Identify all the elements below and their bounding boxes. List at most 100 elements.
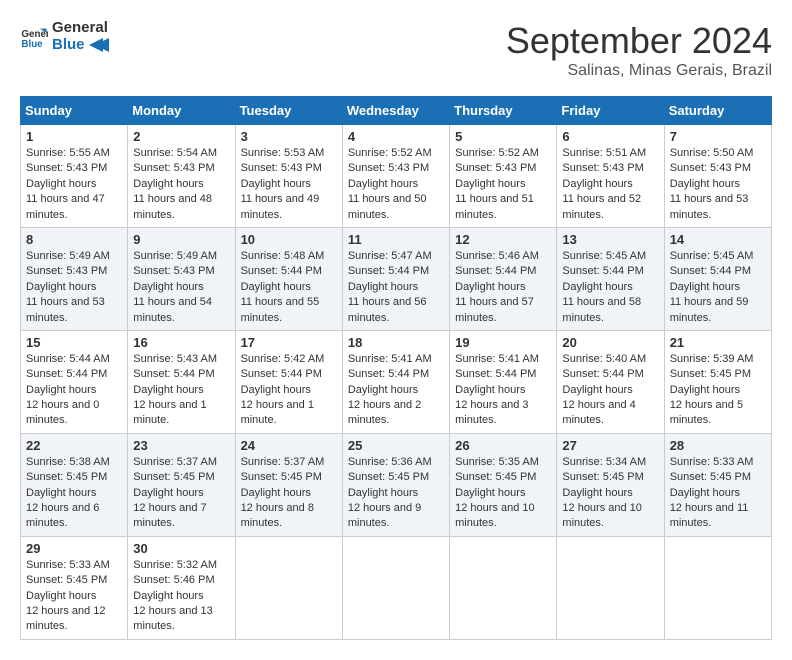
day-cell: 9 Sunrise: 5:49 AMSunset: 5:43 PMDaylight… bbox=[128, 227, 235, 330]
day-cell: 6 Sunrise: 5:51 AMSunset: 5:43 PMDaylight… bbox=[557, 125, 664, 228]
day-info: Sunrise: 5:36 AMSunset: 5:45 PMDaylight … bbox=[348, 455, 444, 532]
day-number: 12 bbox=[455, 232, 551, 247]
week-row-2: 8 Sunrise: 5:49 AMSunset: 5:43 PMDaylight… bbox=[21, 227, 772, 330]
day-number: 11 bbox=[348, 232, 444, 247]
day-cell: 16 Sunrise: 5:43 AMSunset: 5:44 PMDayligh… bbox=[128, 330, 235, 433]
logo-icon: General Blue bbox=[20, 23, 48, 51]
day-number: 28 bbox=[670, 438, 766, 453]
day-cell: 18 Sunrise: 5:41 AMSunset: 5:44 PMDayligh… bbox=[342, 330, 449, 433]
day-number: 3 bbox=[241, 129, 337, 144]
weekday-header-friday: Friday bbox=[557, 97, 664, 125]
day-info: Sunrise: 5:39 AMSunset: 5:45 PMDaylight … bbox=[670, 352, 766, 429]
day-info: Sunrise: 5:51 AMSunset: 5:43 PMDaylight … bbox=[562, 146, 658, 223]
day-info: Sunrise: 5:46 AMSunset: 5:44 PMDaylight … bbox=[455, 249, 551, 326]
day-info: Sunrise: 5:48 AMSunset: 5:44 PMDaylight … bbox=[241, 249, 337, 326]
day-cell: 19 Sunrise: 5:41 AMSunset: 5:44 PMDayligh… bbox=[450, 330, 557, 433]
day-cell bbox=[342, 536, 449, 639]
day-info: Sunrise: 5:49 AMSunset: 5:43 PMDaylight … bbox=[133, 249, 229, 326]
weekday-header-sunday: Sunday bbox=[21, 97, 128, 125]
calendar-body: 1 Sunrise: 5:55 AMSunset: 5:43 PMDaylight… bbox=[21, 125, 772, 640]
day-info: Sunrise: 5:53 AMSunset: 5:43 PMDaylight … bbox=[241, 146, 337, 223]
day-info: Sunrise: 5:50 AMSunset: 5:43 PMDaylight … bbox=[670, 146, 766, 223]
month-title: September 2024 bbox=[506, 20, 772, 62]
day-cell: 7 Sunrise: 5:50 AMSunset: 5:43 PMDaylight… bbox=[664, 125, 771, 228]
day-cell: 15Sunrise: 5:44 AMSunset: 5:44 PMDayligh… bbox=[21, 330, 128, 433]
day-number: 20 bbox=[562, 335, 658, 350]
day-info: Sunrise: 5:45 AMSunset: 5:44 PMDaylight … bbox=[562, 249, 658, 326]
day-info: Sunrise: 5:55 AMSunset: 5:43 PMDaylight … bbox=[26, 146, 122, 223]
day-info: Sunrise: 5:54 AMSunset: 5:43 PMDaylight … bbox=[133, 146, 229, 223]
day-cell: 11 Sunrise: 5:47 AMSunset: 5:44 PMDayligh… bbox=[342, 227, 449, 330]
day-number: 24 bbox=[241, 438, 337, 453]
day-number: 14 bbox=[670, 232, 766, 247]
week-row-1: 1 Sunrise: 5:55 AMSunset: 5:43 PMDaylight… bbox=[21, 125, 772, 228]
day-number: 19 bbox=[455, 335, 551, 350]
weekday-header-row: SundayMondayTuesdayWednesdayThursdayFrid… bbox=[21, 97, 772, 125]
day-info: Sunrise: 5:44 AMSunset: 5:44 PMDaylight … bbox=[26, 352, 122, 429]
day-cell: 8 Sunrise: 5:49 AMSunset: 5:43 PMDaylight… bbox=[21, 227, 128, 330]
day-number: 23 bbox=[133, 438, 229, 453]
day-cell: 17 Sunrise: 5:42 AMSunset: 5:44 PMDayligh… bbox=[235, 330, 342, 433]
day-cell: 20 Sunrise: 5:40 AMSunset: 5:44 PMDayligh… bbox=[557, 330, 664, 433]
day-number: 16 bbox=[133, 335, 229, 350]
header: General Blue General Blue September 2024… bbox=[20, 20, 772, 80]
day-info: Sunrise: 5:43 AMSunset: 5:44 PMDaylight … bbox=[133, 352, 229, 429]
day-cell: 1 Sunrise: 5:55 AMSunset: 5:43 PMDaylight… bbox=[21, 125, 128, 228]
day-number: 9 bbox=[133, 232, 229, 247]
day-number: 5 bbox=[455, 129, 551, 144]
day-number: 30 bbox=[133, 541, 229, 556]
day-cell: 29Sunrise: 5:33 AMSunset: 5:45 PMDayligh… bbox=[21, 536, 128, 639]
day-cell: 10 Sunrise: 5:48 AMSunset: 5:44 PMDayligh… bbox=[235, 227, 342, 330]
day-info: Sunrise: 5:40 AMSunset: 5:44 PMDaylight … bbox=[562, 352, 658, 429]
day-info: Sunrise: 5:38 AMSunset: 5:45 PMDaylight … bbox=[26, 455, 122, 532]
week-row-3: 15Sunrise: 5:44 AMSunset: 5:44 PMDayligh… bbox=[21, 330, 772, 433]
day-info: Sunrise: 5:37 AMSunset: 5:45 PMDaylight … bbox=[241, 455, 337, 532]
day-info: Sunrise: 5:45 AMSunset: 5:44 PMDaylight … bbox=[670, 249, 766, 326]
day-info: Sunrise: 5:35 AMSunset: 5:45 PMDaylight … bbox=[455, 455, 551, 532]
day-number: 18 bbox=[348, 335, 444, 350]
day-cell: 25 Sunrise: 5:36 AMSunset: 5:45 PMDayligh… bbox=[342, 433, 449, 536]
day-cell: 2 Sunrise: 5:54 AMSunset: 5:43 PMDaylight… bbox=[128, 125, 235, 228]
day-number: 27 bbox=[562, 438, 658, 453]
day-number: 7 bbox=[670, 129, 766, 144]
day-cell: 3 Sunrise: 5:53 AMSunset: 5:43 PMDaylight… bbox=[235, 125, 342, 228]
day-info: Sunrise: 5:47 AMSunset: 5:44 PMDaylight … bbox=[348, 249, 444, 326]
calendar-table: SundayMondayTuesdayWednesdayThursdayFrid… bbox=[20, 96, 772, 640]
day-number: 4 bbox=[348, 129, 444, 144]
logo-arrow-icon bbox=[89, 38, 109, 52]
day-cell: 23 Sunrise: 5:37 AMSunset: 5:45 PMDayligh… bbox=[128, 433, 235, 536]
day-number: 1 bbox=[26, 129, 122, 144]
day-cell: 22 Sunrise: 5:38 AMSunset: 5:45 PMDayligh… bbox=[21, 433, 128, 536]
day-number: 22 bbox=[26, 438, 122, 453]
day-number: 29 bbox=[26, 541, 122, 556]
logo: General Blue General Blue bbox=[20, 20, 109, 53]
day-cell bbox=[235, 536, 342, 639]
day-cell: 12 Sunrise: 5:46 AMSunset: 5:44 PMDayligh… bbox=[450, 227, 557, 330]
week-row-5: 29Sunrise: 5:33 AMSunset: 5:45 PMDayligh… bbox=[21, 536, 772, 639]
location-title: Salinas, Minas Gerais, Brazil bbox=[506, 62, 772, 80]
day-cell: 5 Sunrise: 5:52 AMSunset: 5:43 PMDaylight… bbox=[450, 125, 557, 228]
day-cell: 4 Sunrise: 5:52 AMSunset: 5:43 PMDaylight… bbox=[342, 125, 449, 228]
day-info: Sunrise: 5:52 AMSunset: 5:43 PMDaylight … bbox=[348, 146, 444, 223]
day-info: Sunrise: 5:49 AMSunset: 5:43 PMDaylight … bbox=[26, 249, 122, 326]
weekday-header-wednesday: Wednesday bbox=[342, 97, 449, 125]
day-cell: 26Sunrise: 5:35 AMSunset: 5:45 PMDayligh… bbox=[450, 433, 557, 536]
day-info: Sunrise: 5:42 AMSunset: 5:44 PMDaylight … bbox=[241, 352, 337, 429]
day-cell: 30Sunrise: 5:32 AMSunset: 5:46 PMDayligh… bbox=[128, 536, 235, 639]
day-number: 25 bbox=[348, 438, 444, 453]
day-info: Sunrise: 5:41 AMSunset: 5:44 PMDaylight … bbox=[348, 352, 444, 429]
day-info: Sunrise: 5:41 AMSunset: 5:44 PMDaylight … bbox=[455, 352, 551, 429]
weekday-header-monday: Monday bbox=[128, 97, 235, 125]
day-info: Sunrise: 5:37 AMSunset: 5:45 PMDaylight … bbox=[133, 455, 229, 532]
day-number: 8 bbox=[26, 232, 122, 247]
day-cell: 28Sunrise: 5:33 AMSunset: 5:45 PMDayligh… bbox=[664, 433, 771, 536]
day-number: 17 bbox=[241, 335, 337, 350]
svg-text:Blue: Blue bbox=[21, 38, 43, 49]
day-number: 2 bbox=[133, 129, 229, 144]
day-number: 6 bbox=[562, 129, 658, 144]
weekday-header-thursday: Thursday bbox=[450, 97, 557, 125]
day-cell: 14 Sunrise: 5:45 AMSunset: 5:44 PMDayligh… bbox=[664, 227, 771, 330]
day-number: 10 bbox=[241, 232, 337, 247]
logo-line2: Blue bbox=[52, 37, 109, 54]
day-info: Sunrise: 5:52 AMSunset: 5:43 PMDaylight … bbox=[455, 146, 551, 223]
